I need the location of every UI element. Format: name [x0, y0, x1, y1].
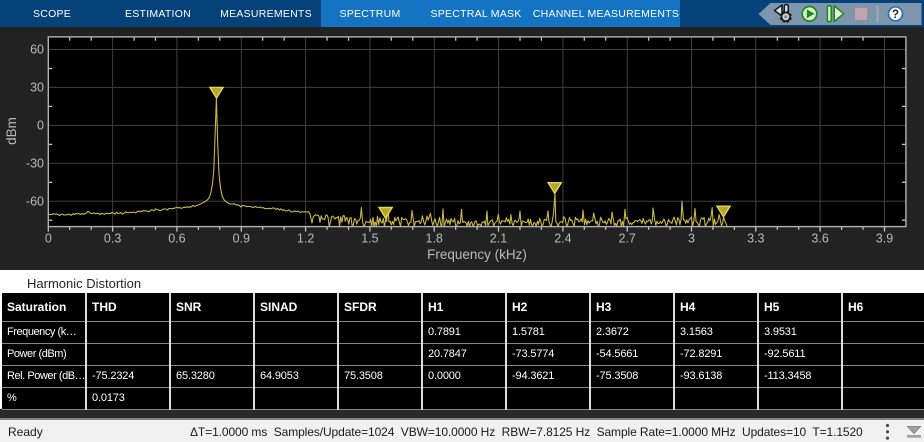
- svg-text:?: ?: [892, 9, 899, 21]
- svg-text:3.6: 3.6: [811, 232, 828, 246]
- svg-text:2.4: 2.4: [554, 232, 571, 246]
- svg-text:1.2: 1.2: [297, 232, 314, 246]
- svg-text:1.5: 1.5: [361, 232, 378, 246]
- svg-text:30: 30: [30, 81, 44, 95]
- svg-text:0: 0: [37, 119, 44, 133]
- svg-text:60: 60: [30, 43, 44, 57]
- svg-text:3: 3: [688, 232, 695, 246]
- svg-text:1.8: 1.8: [426, 232, 443, 246]
- svg-text:0.9: 0.9: [233, 232, 250, 246]
- svg-text:-30: -30: [26, 157, 44, 171]
- svg-text:0: 0: [45, 232, 52, 246]
- svg-text:3.3: 3.3: [747, 232, 764, 246]
- svg-text:0.6: 0.6: [168, 232, 185, 246]
- svg-text:2.1: 2.1: [490, 232, 507, 246]
- svg-text:2.7: 2.7: [619, 232, 636, 246]
- svg-text:-60: -60: [26, 195, 44, 209]
- svg-text:dBm: dBm: [4, 117, 19, 145]
- svg-text:3.9: 3.9: [876, 232, 893, 246]
- svg-text:Frequency (kHz): Frequency (kHz): [427, 247, 527, 262]
- svg-text:0.3: 0.3: [104, 232, 121, 246]
